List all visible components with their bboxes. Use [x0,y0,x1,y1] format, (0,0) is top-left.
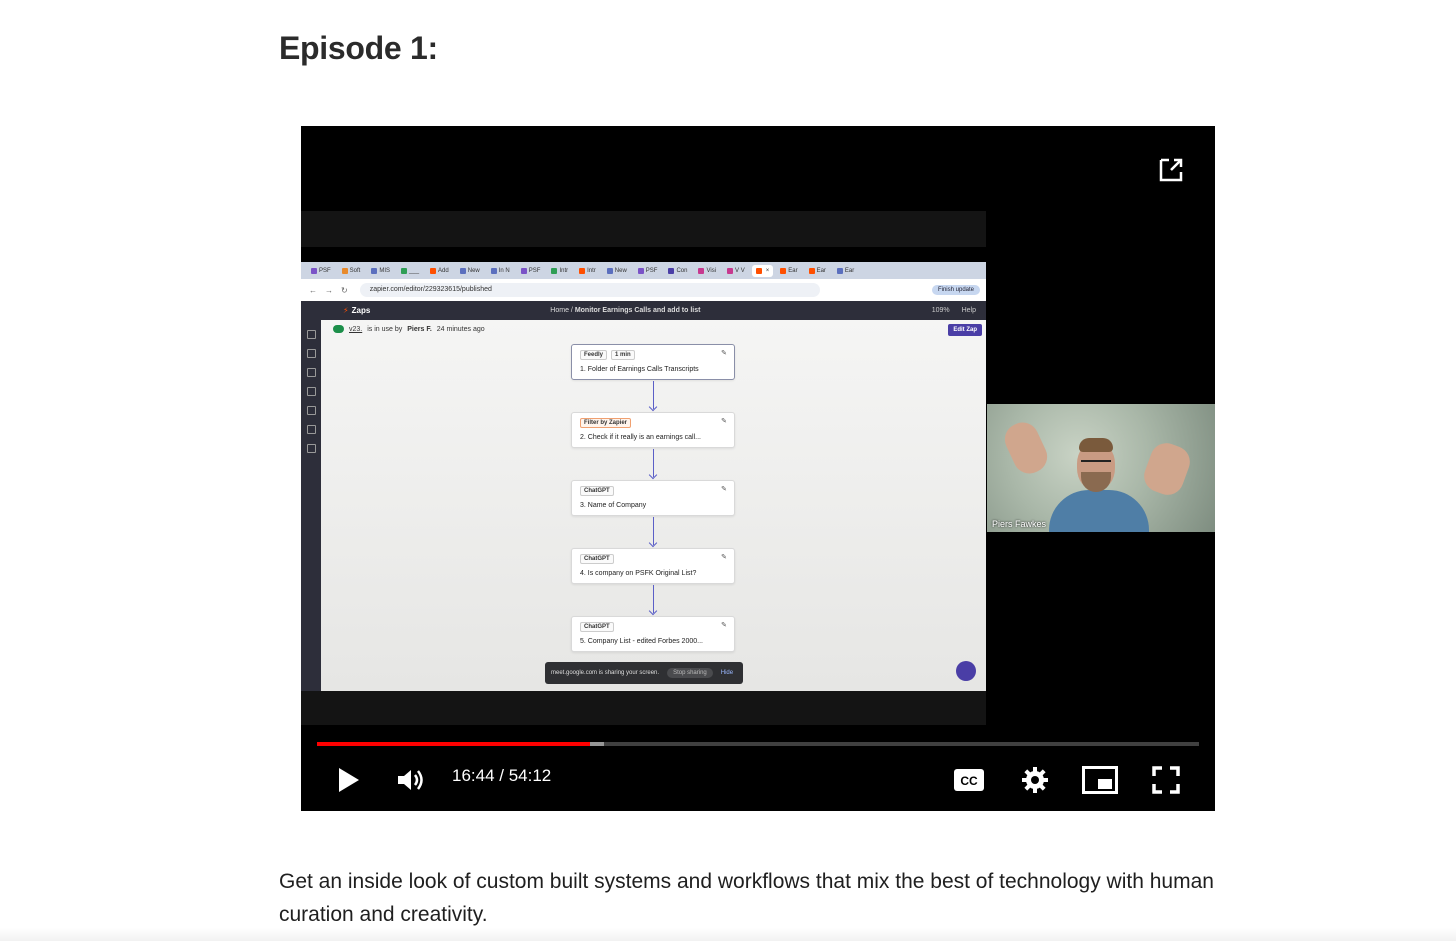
pencil-icon: ✎ [721,486,727,493]
step-connector [653,585,654,613]
participant-video-tile: Piers Fawkes [987,404,1215,532]
episode-description: Get an inside look of custom built syste… [279,870,1214,926]
fullscreen-icon [1152,766,1180,794]
browser-url: zapier.com/editor/229323615/published [359,283,820,297]
zapier-left-rail [301,320,321,691]
browser-nav-icons: ← → ↻ [309,285,348,295]
zapier-breadcrumb: Home / Monitor Earnings Calls and add to… [550,307,701,314]
browser-tab: PSF [634,265,662,277]
zoom-level: 109% [931,307,950,314]
browser-tab: New [603,265,631,277]
miniplayer-icon [1082,766,1118,794]
bottom-fade [0,928,1456,941]
zapier-brand: ⚡ Zaps [343,306,371,315]
screen-sharing-notice: meet.google.com is sharing your screen. … [545,662,743,684]
pencil-icon: ✎ [721,622,727,629]
browser-tab: Soft [338,265,365,277]
assistant-fab-icon [956,661,976,681]
toggle-on-icon [333,325,344,333]
browser-tab: Intr [547,265,572,277]
gear-icon [1022,767,1048,793]
edit-zap-button: Edit Zap [948,324,982,336]
miniplayer-button[interactable] [1080,762,1120,798]
episode-heading: Episode 1: [279,30,438,66]
step-connector [653,449,654,477]
time-display: 16:44 / 54:12 [452,766,552,785]
browser-window: PSF Soft MIS ___ Add New In N PSF Intr I… [301,262,986,691]
meet-top-bar [301,211,986,247]
progress-played [317,742,591,746]
captions-button[interactable]: CC [949,762,989,798]
participant-name: Piers Fawkes [992,519,1047,529]
step-connector [653,517,654,545]
zap-step: ChatGPT 3. Name of Company ✎ [571,480,735,516]
browser-address-bar: ← → ↻ zapier.com/editor/229323615/publishe… [301,279,986,301]
browser-tab: Ear [776,265,801,277]
zap-status-line: v23. is in use by Piers F. 24 minutes ag… [333,325,485,333]
fullscreen-button[interactable] [1146,762,1186,798]
play-button[interactable] [329,762,369,798]
browser-tab: Add [426,265,453,277]
zap-step: ChatGPT 4. Is company on PSFK Original L… [571,548,735,584]
open-external-icon[interactable] [1157,156,1185,184]
mute-button[interactable] [391,762,431,798]
zap-step: Filter by Zapier 2. Check if it really i… [571,412,735,448]
zap-editor-canvas: v23. is in use by Piers F. 24 minutes ag… [321,320,986,691]
browser-tab: ___ [397,265,423,277]
pencil-icon: ✎ [721,418,727,425]
browser-tab: Ear [833,265,858,277]
meet-bottom-bar [301,691,986,725]
browser-tab: PSF [517,265,545,277]
volume-icon [398,770,423,790]
browser-tab: Ear [805,265,830,277]
browser-tab-active: × [751,264,774,277]
progress-bar[interactable] [317,742,1199,746]
browser-tab: Con [664,265,691,277]
step-connector [653,381,654,409]
zap-step: ChatGPT 5. Company List - edited Forbes … [571,616,735,652]
video-player[interactable]: PSF Soft MIS ___ Add New In N PSF Intr I… [301,126,1215,811]
play-icon [339,768,359,792]
browser-tab: Intr [575,265,600,277]
zap-step: Feedly 1 min 1. Folder of Earnings Calls … [571,344,735,380]
pencil-icon: ✎ [721,554,727,561]
help-menu: Help [961,307,976,314]
settings-button[interactable] [1015,762,1055,798]
player-controls: 16:44 / 54:12 CC [301,756,1215,800]
svg-text:CC: CC [960,774,978,788]
finish-update-button: Finish update [931,285,980,295]
zapier-header: ⚡ Zaps Home / Monitor Earnings Calls and … [301,301,986,320]
browser-tab: In N [487,265,514,277]
browser-tab: Visi [694,265,720,277]
browser-tab: MIS [367,265,394,277]
closed-captions-icon: CC [954,769,984,791]
browser-tab: New [456,265,484,277]
browser-tab-strip: PSF Soft MIS ___ Add New In N PSF Intr I… [301,262,986,279]
shared-screen-frame: PSF Soft MIS ___ Add New In N PSF Intr I… [301,211,986,725]
browser-tab: PSF [307,265,335,277]
pencil-icon: ✎ [721,350,727,357]
browser-tab: V V [723,265,749,277]
